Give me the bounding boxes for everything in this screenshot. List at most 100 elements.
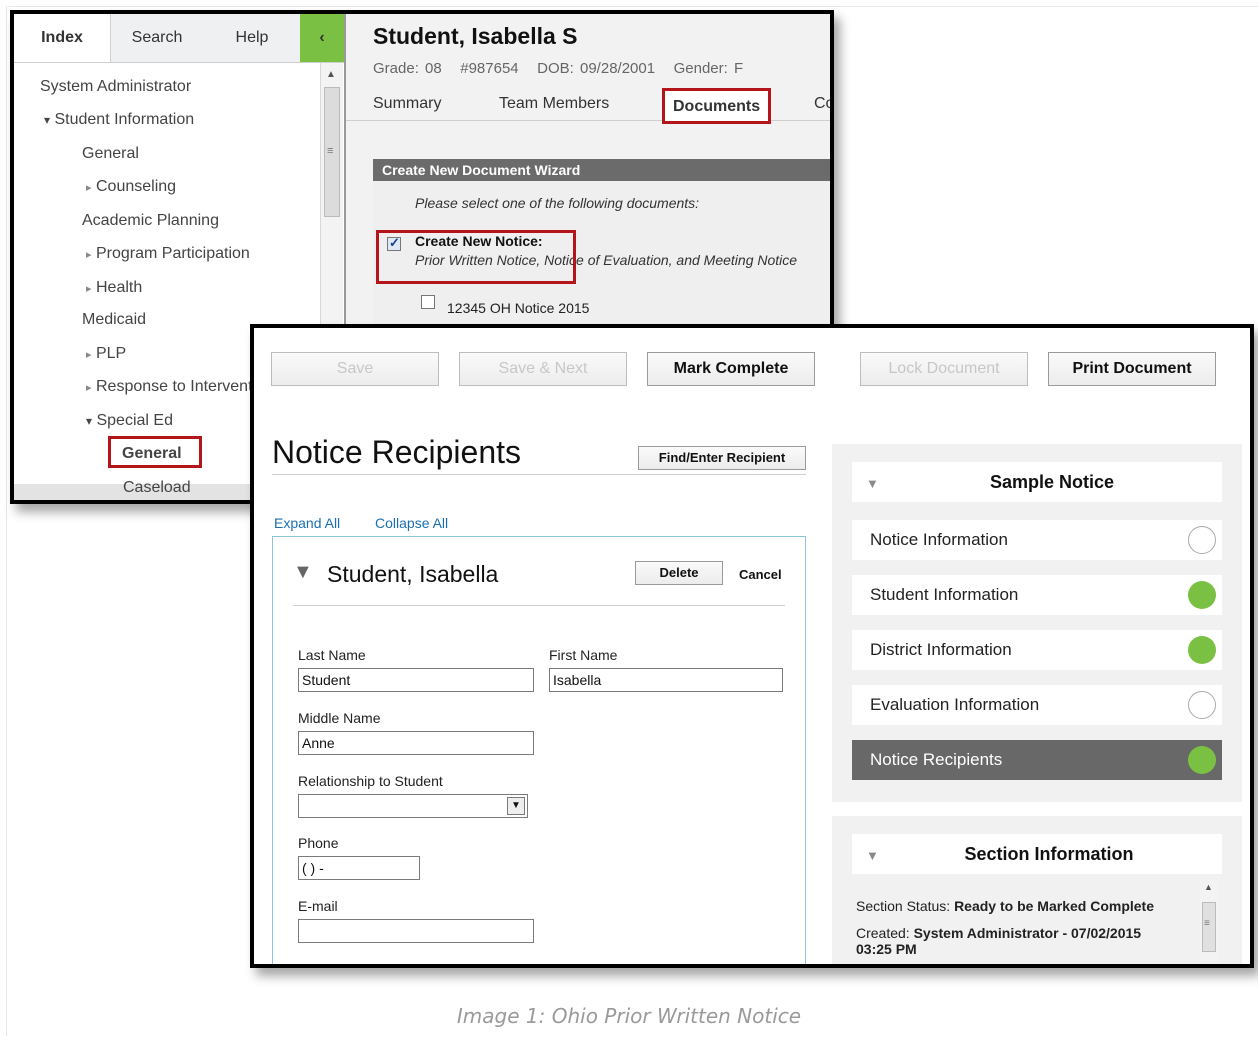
caption-text: Ohio Prior Written Notice bbox=[551, 1004, 802, 1028]
tree-item-label: System Administrator bbox=[40, 78, 192, 95]
wizard-prompt: Please select one of the following docum… bbox=[415, 195, 700, 211]
tab-documents[interactable]: Documents bbox=[662, 88, 772, 124]
find-enter-recipient-button[interactable]: Find/Enter Recipient bbox=[638, 446, 806, 470]
tree-item-response-to-intervention[interactable]: ▸ Response to Intervention bbox=[86, 378, 274, 396]
recipient-card: ▼ Student, Isabella Delete Cancel Last N… bbox=[272, 536, 806, 964]
index-tab-bar: Index Search Help ‹ bbox=[14, 14, 344, 63]
tree-item-label: Student Information bbox=[54, 111, 195, 128]
tree-item-health[interactable]: ▸ Health bbox=[86, 279, 142, 297]
tree-item-label: Health bbox=[95, 279, 143, 296]
lock-document-button[interactable]: Lock Document bbox=[860, 352, 1028, 386]
student-name: Student, Isabella S bbox=[373, 23, 578, 49]
collapse-triangle-icon[interactable]: ▼ bbox=[293, 561, 313, 584]
tab-team-members[interactable]: Team Members bbox=[499, 88, 609, 120]
nav-item-district-information[interactable]: District Information bbox=[852, 630, 1222, 670]
middle-name-label: Middle Name bbox=[298, 710, 381, 726]
tree-item-caseload[interactable]: Caseload bbox=[123, 479, 191, 497]
tab-help[interactable]: Help bbox=[204, 14, 300, 62]
section-created-value: System Administrator - 07/02/2015 bbox=[913, 925, 1142, 941]
status-complete-icon bbox=[1188, 581, 1216, 609]
status-complete-icon bbox=[1188, 746, 1216, 774]
section-status-line: Section Status: Ready to be Marked Compl… bbox=[856, 898, 1154, 914]
save-button[interactable]: Save bbox=[271, 352, 439, 386]
delete-button[interactable]: Delete bbox=[635, 561, 723, 585]
save-next-button[interactable]: Save & Next bbox=[459, 352, 627, 386]
relationship-label: Relationship to Student bbox=[298, 773, 443, 789]
status-incomplete-icon bbox=[1188, 691, 1216, 719]
caret-right-icon: ▸ bbox=[86, 249, 92, 261]
page-frame-top bbox=[8, 6, 1258, 7]
notice-navigation-panel: ▼ Sample Notice Notice Information Stude… bbox=[832, 444, 1242, 802]
tree-item-academic-planning[interactable]: Academic Planning bbox=[82, 212, 219, 230]
tree-item-counseling[interactable]: ▸ Counseling bbox=[86, 178, 176, 196]
notice-editor-window: Save Save & Next Mark Complete Lock Docu… bbox=[250, 324, 1254, 968]
tree-item-program-participation[interactable]: ▸ Program Participation bbox=[86, 245, 250, 263]
tree-item-label: Response to Intervention bbox=[95, 378, 274, 395]
student-number: #987654 bbox=[460, 60, 519, 77]
caret-down-icon: ▾ bbox=[86, 414, 93, 428]
nav-item-evaluation-information[interactable]: Evaluation Information bbox=[852, 685, 1222, 725]
caret-right-icon: ▸ bbox=[86, 283, 92, 295]
caption-prefix: Image 1: bbox=[456, 1004, 546, 1028]
nav-item-notice-information[interactable]: Notice Information bbox=[852, 520, 1222, 560]
nav-item-label: Notice Recipients bbox=[870, 750, 1003, 769]
section-created-time: 03:25 PM bbox=[856, 941, 917, 957]
tree-item-label: Medicaid bbox=[82, 311, 147, 328]
section-info-scrollbar[interactable]: ▲ ≡ bbox=[1200, 880, 1218, 964]
scroll-up-icon[interactable]: ▲ bbox=[1204, 882, 1213, 892]
section-status-label: Section Status: bbox=[856, 898, 951, 914]
nav-item-student-information[interactable]: Student Information bbox=[852, 575, 1222, 615]
dropdown-arrow-icon[interactable]: ▼ bbox=[507, 797, 525, 815]
collapse-all-link[interactable]: Collapse All bbox=[375, 515, 448, 531]
chevron-left-icon: ‹ bbox=[319, 29, 325, 46]
nav-item-label: Student Information bbox=[870, 585, 1019, 604]
tab-summary[interactable]: Summary bbox=[373, 88, 441, 120]
relationship-select[interactable]: ▼ bbox=[298, 794, 528, 818]
tree-item-general[interactable]: General bbox=[82, 145, 139, 163]
student-tab-bar: Summary Team Members Documents Co bbox=[346, 88, 830, 124]
nav-item-notice-recipients[interactable]: Notice Recipients bbox=[852, 740, 1222, 780]
scroll-up-icon[interactable]: ▲ bbox=[326, 69, 336, 80]
tree-item-plp[interactable]: ▸ PLP bbox=[86, 345, 126, 363]
section-info-header[interactable]: ▼ Section Information bbox=[852, 834, 1222, 874]
last-name-label: Last Name bbox=[298, 647, 366, 663]
mark-complete-button[interactable]: Mark Complete bbox=[647, 352, 815, 386]
student-grade: Grade: 08 bbox=[373, 60, 442, 77]
tree-item-system-administrator[interactable]: System Administrator bbox=[40, 78, 191, 96]
tab-more-truncated[interactable]: Co bbox=[814, 88, 830, 120]
phone-field[interactable]: ( ) - bbox=[298, 856, 420, 880]
page-frame-left bbox=[6, 6, 7, 1036]
first-name-field[interactable]: Isabella bbox=[549, 668, 783, 692]
tree-item-label: Counseling bbox=[95, 178, 177, 195]
tree-item-label: Academic Planning bbox=[82, 212, 219, 229]
notice-template-checkbox[interactable] bbox=[421, 295, 435, 309]
notice-nav-header[interactable]: ▼ Sample Notice bbox=[852, 462, 1222, 502]
title-divider bbox=[272, 474, 806, 475]
caret-right-icon: ▸ bbox=[86, 182, 92, 194]
tree-item-special-ed[interactable]: ▾ Special Ed bbox=[86, 412, 173, 430]
collapse-sidebar-button[interactable]: ‹ bbox=[300, 14, 344, 62]
caret-right-icon: ▸ bbox=[86, 349, 92, 361]
caret-down-icon: ▾ bbox=[44, 113, 51, 127]
cancel-button[interactable]: Cancel bbox=[739, 567, 782, 582]
tab-index[interactable]: Index bbox=[14, 14, 111, 62]
tree-item-label: General bbox=[82, 145, 139, 162]
tree-item-student-information[interactable]: ▾ Student Information bbox=[44, 111, 194, 129]
last-name-field[interactable]: Student bbox=[298, 668, 534, 692]
middle-name-field[interactable]: Anne bbox=[298, 731, 534, 755]
tree-item-medicaid[interactable]: Medicaid bbox=[82, 311, 146, 329]
nav-item-label: Evaluation Information bbox=[870, 695, 1040, 714]
student-gender: Gender: F bbox=[673, 60, 744, 77]
section-information-panel: ▼ Section Information Section Status: Re… bbox=[832, 816, 1242, 964]
email-field[interactable] bbox=[298, 919, 534, 943]
section-status-value: Ready to be Marked Complete bbox=[954, 898, 1154, 914]
student-demographics: Grade: 08 #987654 DOB: 09/28/2001 Gender… bbox=[373, 60, 743, 77]
tab-search[interactable]: Search bbox=[112, 14, 202, 62]
expand-all-link[interactable]: Expand All bbox=[274, 515, 340, 531]
figure-caption: Image 1: Ohio Prior Written Notice bbox=[0, 1004, 1258, 1028]
print-document-button[interactable]: Print Document bbox=[1048, 352, 1216, 386]
notice-template-label[interactable]: 12345 OH Notice 2015 bbox=[447, 300, 589, 316]
notice-nav-title: Sample Notice bbox=[989, 472, 1115, 492]
tree-item-label: Special Ed bbox=[96, 412, 173, 429]
highlight-box-general bbox=[108, 436, 202, 468]
